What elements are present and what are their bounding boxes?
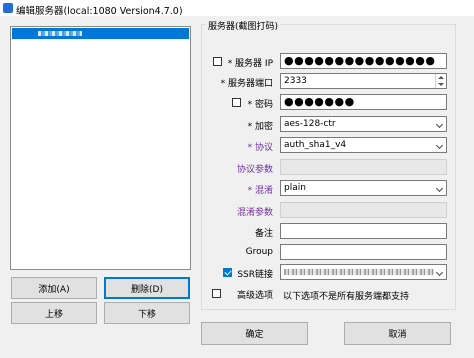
- group-field[interactable]: [280, 244, 447, 260]
- password-field[interactable]: ●●●●●●●: [280, 94, 447, 110]
- obfs-param-label: 混淆参数: [236, 208, 273, 218]
- port-label: * 服务器端口: [220, 79, 273, 89]
- groupbox-title: 服务器(截图打码): [206, 19, 281, 32]
- protocol-value: auth_sha1_v4: [284, 140, 347, 150]
- password-checkbox[interactable]: [232, 98, 241, 107]
- server-list[interactable]: [10, 26, 191, 270]
- password-value: ●●●●●●●: [284, 95, 355, 108]
- obfs-param-field[interactable]: [280, 202, 447, 218]
- obfs-dropdown[interactable]: plain: [280, 180, 447, 196]
- encryption-label: * 加密: [247, 122, 273, 132]
- ssr-link-field[interactable]: [280, 264, 447, 280]
- server-ip-label: * 服务器 IP: [227, 59, 273, 69]
- server-ip-checkbox[interactable]: [213, 57, 222, 66]
- ssr-link-checkbox[interactable]: [223, 268, 232, 277]
- server-list-item-selected[interactable]: [12, 28, 189, 39]
- ok-button[interactable]: 确定: [201, 322, 308, 345]
- spin-up-icon[interactable]: [438, 76, 444, 79]
- encryption-value: aes-128-ctr: [284, 119, 336, 129]
- chevron-down-icon: [435, 184, 444, 193]
- protocol-dropdown[interactable]: auth_sha1_v4: [280, 137, 447, 153]
- chevron-down-icon: [435, 120, 444, 129]
- group-label: Group: [245, 247, 273, 257]
- redacted-ssr-link: [284, 269, 434, 275]
- remarks-label: 备注: [254, 229, 273, 239]
- remarks-field[interactable]: [280, 223, 447, 239]
- move-down-button[interactable]: 下移: [104, 302, 190, 324]
- window-title: 编辑服务器(local:1080 Version4.7.0): [16, 6, 183, 17]
- delete-button[interactable]: 删除(D): [104, 277, 190, 299]
- protocol-param-label: 协议参数: [236, 165, 273, 175]
- move-up-button[interactable]: 上移: [11, 302, 97, 324]
- protocol-label: * 协议: [247, 143, 273, 153]
- title-bar: 编辑服务器(local:1080 Version4.7.0): [0, 0, 474, 17]
- add-button[interactable]: 添加(A): [11, 277, 97, 299]
- server-ip-value: ●●●●●●●●●●●●●●●: [284, 54, 436, 67]
- redacted-server-name: [38, 31, 82, 36]
- ssr-link-label: SSR链接: [237, 270, 273, 280]
- password-label: * 密码: [247, 100, 273, 110]
- chevron-down-icon: [435, 141, 444, 150]
- protocol-param-field[interactable]: [280, 159, 447, 175]
- encryption-dropdown[interactable]: aes-128-ctr: [280, 116, 447, 132]
- port-field[interactable]: 2333: [280, 73, 447, 89]
- advanced-options-label: 高级选项: [236, 291, 273, 301]
- spin-down-icon[interactable]: [438, 83, 444, 86]
- port-value: 2333: [284, 76, 307, 86]
- advanced-options-checkbox[interactable]: [212, 289, 221, 298]
- advanced-options-note: 以下选项不是所有服务端都支持: [283, 292, 410, 302]
- chevron-down-icon[interactable]: [435, 268, 444, 277]
- obfs-label: * 混淆: [247, 186, 273, 196]
- obfs-value: plain: [284, 183, 306, 193]
- app-icon: [3, 3, 13, 13]
- cancel-button[interactable]: 取消: [344, 322, 451, 345]
- server-ip-field[interactable]: ●●●●●●●●●●●●●●●: [280, 53, 447, 69]
- port-spinner[interactable]: [435, 74, 446, 88]
